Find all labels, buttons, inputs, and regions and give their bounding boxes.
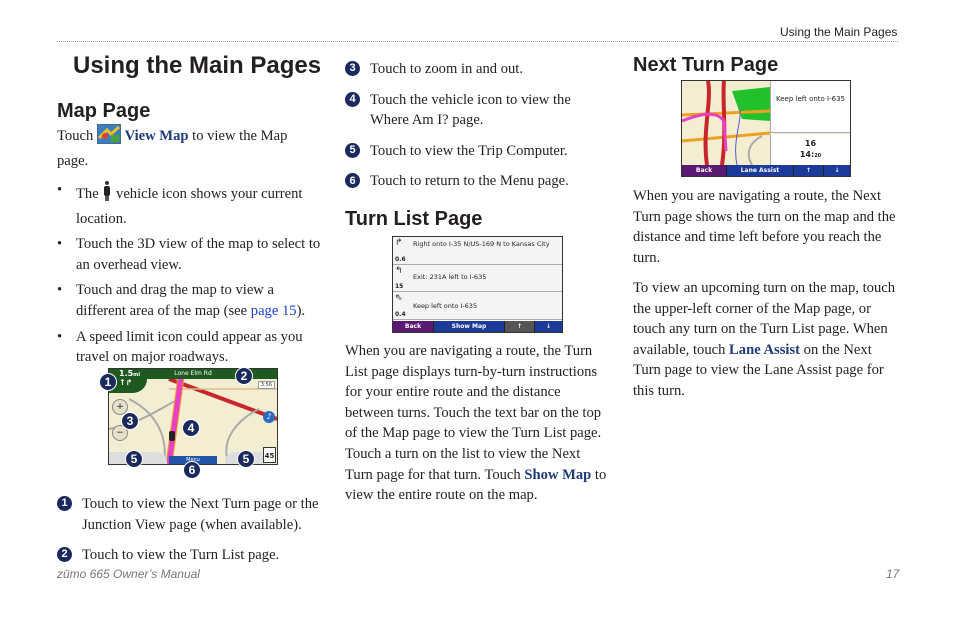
- turn-list-nav-bar: Back Show Map ↑ ↓: [393, 321, 562, 332]
- callout-marker-2: 2: [235, 367, 253, 385]
- show-map-button[interactable]: Show Map: [434, 321, 505, 332]
- callout-marker-5a: 5: [125, 450, 143, 468]
- back-button[interactable]: Back: [393, 321, 434, 332]
- vehicle-marker-icon[interactable]: [169, 431, 175, 441]
- next-turn-heading: Next Turn Page: [633, 54, 779, 76]
- scroll-down-button[interactable]: ↓: [824, 165, 850, 176]
- map-page-bullets: The vehicle icon shows your current loca…: [57, 180, 327, 373]
- turn-list-description: When you are navigating a route, the Tur…: [345, 343, 607, 504]
- callout-marker-6: 6: [183, 461, 201, 479]
- callout-item: 5 Touch to view the Trip Computer.: [345, 141, 610, 162]
- callout-item: 6 Touch to return to the Menu page.: [345, 171, 610, 192]
- scroll-up-button[interactable]: ↑: [505, 321, 535, 332]
- exit-left-icon: ↰: [395, 266, 403, 276]
- scroll-down-button[interactable]: ↓: [535, 321, 562, 332]
- show-map-link[interactable]: Show Map: [524, 467, 591, 483]
- back-button[interactable]: Back: [682, 165, 727, 176]
- callout-marker-5b: 5: [237, 450, 255, 468]
- map-page-heading: Map Page: [57, 100, 151, 122]
- map-page-intro: Touch View Map to view the Map page.: [57, 123, 322, 171]
- next-turn-screenshot: Keep left onto I-635 16 14:20 Back Lane …: [681, 80, 851, 177]
- distance-time-box: 16 14:20: [770, 134, 850, 165]
- speed-limit-sign: 45: [263, 447, 276, 463]
- callout-number: 6: [345, 173, 360, 189]
- scroll-up-button[interactable]: ↑: [794, 165, 824, 176]
- turn-list-screenshot: ↱ Right onto I-35 N/US-169 N to Kansas C…: [392, 236, 563, 333]
- page-15-link[interactable]: page 15: [251, 303, 297, 319]
- callout-number: 3: [345, 61, 360, 76]
- bullet-item: Touch and drag the map to view a differe…: [57, 280, 327, 321]
- callout-number: 4: [345, 91, 360, 107]
- callout-item: 2 Touch to view the Turn List page.: [57, 545, 327, 566]
- arrival-time: 3:56: [257, 381, 275, 389]
- bullet-item: A speed limit icon could appear as you t…: [57, 327, 327, 368]
- header-rule: [57, 41, 898, 42]
- running-header: Using the Main Pages: [780, 25, 898, 39]
- page-title: Using the Main Pages: [73, 52, 322, 79]
- keep-left-icon: ⇖: [395, 293, 403, 303]
- next-turn-nav-bar: Back Lane Assist ↑ ↓: [682, 165, 850, 176]
- music-icon[interactable]: ♪: [263, 411, 275, 423]
- callout-number: 5: [345, 142, 360, 158]
- view-map-icon: [96, 123, 122, 151]
- page-number: 17: [886, 567, 900, 581]
- next-turn-instruction: Keep left onto I-635: [770, 81, 850, 133]
- next-turn-description-1: When you are navigating a route, the Nex…: [633, 188, 896, 266]
- turn-arrows-icon: ↑↱: [119, 378, 133, 387]
- callout-marker-4: 4: [182, 419, 200, 437]
- turn-right-icon: ↱: [395, 238, 403, 248]
- turn-row[interactable]: ↱ Right onto I-35 N/US-169 N to Kansas C…: [393, 237, 562, 265]
- callout-marker-1: 1: [99, 373, 117, 391]
- turn-row[interactable]: ⇖ Keep left onto I-635 0.4: [393, 292, 562, 320]
- callout-marker-3: 3: [121, 412, 139, 430]
- lane-assist-button[interactable]: Lane Assist: [727, 165, 794, 176]
- callout-number: 1: [57, 496, 72, 511]
- callout-item: 1 Touch to view the Next Turn page or th…: [57, 494, 327, 535]
- manual-title: zūmo 665 Owner’s Manual: [57, 567, 200, 581]
- callout-list-col1: 1 Touch to view the Next Turn page or th…: [57, 494, 327, 576]
- vehicle-icon: [102, 180, 112, 209]
- turn-row[interactable]: ↰ Exit: 231A left to I-635 15: [393, 265, 562, 292]
- callout-list-col2: 3 Touch to zoom in and out. 4 Touch the …: [345, 59, 610, 202]
- callout-number: 2: [57, 547, 72, 563]
- view-map-link[interactable]: View Map: [125, 128, 189, 144]
- bullet-item: The vehicle icon shows your current loca…: [57, 180, 327, 229]
- turn-list-heading: Turn List Page: [345, 208, 483, 230]
- next-turn-description-2: To view an upcoming turn on the map, tou…: [633, 280, 896, 399]
- next-turn-map: [682, 81, 770, 165]
- callout-item: 3 Touch to zoom in and out.: [345, 59, 610, 80]
- bullet-item: Touch the 3D view of the map to select t…: [57, 234, 327, 275]
- callout-item: 4 Touch the vehicle icon to view the Whe…: [345, 90, 610, 131]
- lane-assist-link[interactable]: Lane Assist: [729, 342, 800, 358]
